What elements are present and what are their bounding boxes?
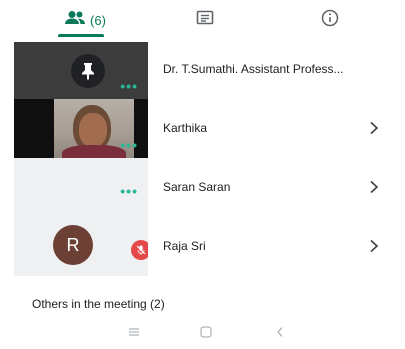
back-icon[interactable] [270,323,290,341]
participant-tile[interactable]: R [14,217,148,276]
participant-tile[interactable]: ••• [14,42,148,99]
home-icon[interactable] [196,323,216,341]
participant-list: ••• Dr. T.Sumathi. Assistant Profess... … [0,40,405,276]
participant-name: Saran Saran [163,180,231,194]
avatar: R [53,225,93,265]
participant-row[interactable]: ••• Saran Saran [0,158,405,217]
more-options-icon[interactable]: ••• [120,184,138,198]
menu-icon[interactable] [124,323,144,341]
info-icon [321,9,339,32]
participant-tile[interactable]: ••• [14,99,148,158]
tab-info[interactable] [290,0,370,40]
chat-icon [196,10,214,31]
participant-row[interactable]: ••• Dr. T.Sumathi. Assistant Profess... [0,40,405,99]
people-icon [64,10,86,31]
video-shoulders [62,145,126,158]
participant-row[interactable]: R Raja Sri [0,217,405,276]
mic-off-icon [131,240,148,260]
participant-name: Raja Sri [163,239,206,253]
tab-chat[interactable] [170,0,240,40]
more-options-icon[interactable]: ••• [120,138,138,152]
active-tab-indicator [58,34,104,37]
tab-bar: (6) [0,0,405,40]
more-options-icon[interactable]: ••• [120,79,138,93]
participant-row[interactable]: ••• Karthika [0,99,405,158]
participant-tile[interactable]: ••• [14,158,148,217]
chevron-right-icon[interactable] [369,180,379,194]
participant-name: Dr. T.Sumathi. Assistant Profess... [163,62,344,76]
pin-icon[interactable] [71,54,105,88]
system-nav-bar [0,315,405,349]
participant-name: Karthika [163,121,208,135]
participant-count: (6) [90,12,106,28]
chevron-right-icon[interactable] [369,239,379,253]
chevron-right-icon[interactable] [369,121,379,135]
others-section-title: Others in the meeting (2) [32,297,165,311]
video-face [79,113,107,147]
